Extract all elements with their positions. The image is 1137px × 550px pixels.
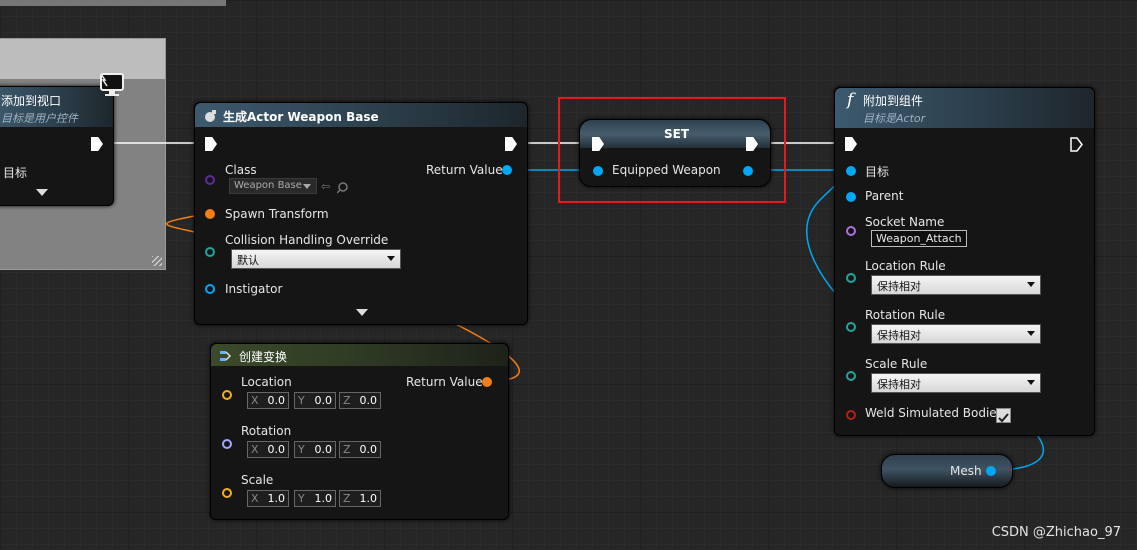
checkmark-icon — [998, 413, 1009, 423]
spawn-transform-pin[interactable] — [205, 209, 215, 219]
exec-out-pin[interactable] — [91, 137, 103, 151]
location-pin[interactable] — [222, 390, 232, 400]
class-dropdown-value: Weapon Base — [234, 180, 302, 191]
weld-label: Weld Simulated Bodies — [865, 406, 1003, 420]
instigator-pin[interactable] — [205, 284, 215, 294]
location-z-input[interactable]: Z 0.0 — [339, 392, 381, 409]
class-dropdown[interactable]: Weapon Base — [229, 178, 317, 194]
collision-pin[interactable] — [205, 247, 215, 257]
scale-rule-dropdown[interactable]: 保持相对 — [871, 373, 1041, 393]
rotation-rule-dropdown[interactable]: 保持相对 — [871, 324, 1041, 344]
return-value-label: Return Value — [406, 375, 483, 389]
rotation-rule-label: Rotation Rule — [865, 308, 946, 322]
chevron-down-icon — [387, 256, 395, 261]
scale-rule-pin[interactable] — [846, 371, 856, 381]
spawn-transform-label: Spawn Transform — [225, 207, 329, 221]
return-value-label: Return Value — [426, 163, 503, 177]
location-x-input[interactable]: X 0.0 — [247, 392, 289, 409]
chevron-down-icon — [1027, 380, 1035, 385]
dropdown-value: 保持相对 — [877, 280, 921, 293]
target-label: 目标 — [865, 165, 890, 179]
weld-checkbox[interactable] — [996, 408, 1011, 423]
rotation-x-input[interactable]: X 0.0 — [247, 441, 289, 458]
return-value-pin[interactable] — [482, 377, 492, 387]
rotation-rule-pin[interactable] — [846, 322, 856, 332]
collision-dropdown[interactable]: 默认 — [231, 249, 401, 269]
rotation-label: Rotation — [241, 424, 292, 438]
location-rule-label: Location Rule — [865, 259, 946, 273]
socket-name-input[interactable]: Weapon_Attach — [871, 230, 967, 247]
rotation-pin[interactable] — [222, 439, 232, 449]
red-highlight-box — [558, 97, 786, 203]
mesh-out-pin[interactable] — [986, 466, 996, 476]
chevron-down-icon — [303, 184, 311, 189]
rotation-y-input[interactable]: Y 0.0 — [294, 441, 336, 458]
exec-out-hollow-icon — [1070, 137, 1083, 152]
node-title: 生成Actor Weapon Base — [223, 110, 379, 124]
class-pin-label: Class — [225, 163, 257, 177]
watermark: CSDN @Zhichao_97 — [991, 525, 1121, 540]
expand-arrow[interactable] — [356, 309, 368, 316]
parent-pin[interactable] — [846, 192, 856, 202]
attach-to-component-node[interactable]: f 附加到组件 目标是Actor 目标 Parent Socket Name W… — [834, 87, 1095, 436]
scale-x-input[interactable]: X 1.0 — [247, 490, 289, 507]
weld-pin[interactable] — [846, 410, 856, 420]
socket-label: Socket Name — [865, 215, 945, 229]
mesh-label: Mesh — [950, 464, 982, 478]
socket-pin[interactable] — [846, 226, 856, 236]
location-y-input[interactable]: Y 0.0 — [294, 392, 336, 409]
chevron-down-icon — [1027, 331, 1035, 336]
location-label: Location — [241, 375, 292, 389]
node-subtitle: 目标是用户控件 — [1, 112, 78, 125]
node-title: 添加到视口 — [1, 94, 62, 108]
add-to-viewport-node[interactable]: 添加到视口 目标是用户控件 目标 — [0, 86, 114, 206]
expand-arrow[interactable] — [36, 189, 48, 196]
node-title: 附加到组件 — [863, 94, 924, 108]
dropdown-value: 保持相对 — [877, 329, 921, 342]
collision-dropdown-value: 默认 — [237, 254, 259, 267]
make-struct-icon — [219, 348, 233, 362]
spawn-icon — [203, 108, 217, 122]
scale-label: Scale — [241, 473, 274, 487]
target-pin[interactable] — [846, 166, 856, 176]
chevron-down-icon — [1027, 282, 1035, 287]
use-selected-arrow-icon[interactable]: ⇦ — [321, 180, 330, 193]
rotation-z-input[interactable]: Z 0.0 — [339, 441, 381, 458]
parent-label: Parent — [865, 189, 904, 203]
return-value-pin[interactable] — [502, 165, 512, 175]
node-subtitle: 目标是Actor — [863, 112, 926, 125]
exec-in-pin[interactable] — [205, 137, 217, 151]
class-pin[interactable] — [205, 175, 215, 185]
scale-y-input[interactable]: Y 1.0 — [294, 490, 336, 507]
monitor-icon — [98, 72, 126, 98]
make-transform-node[interactable]: 创建变换 Location Return Value X 0.0 Y 0.0 Z 0.… — [210, 343, 509, 520]
exec-in-pin[interactable] — [845, 137, 857, 151]
function-icon: f — [847, 90, 854, 110]
collision-label: Collision Handling Override — [225, 233, 389, 247]
mesh-variable-node[interactable]: Mesh — [881, 454, 1013, 488]
dropdown-value: 保持相对 — [877, 378, 921, 391]
scale-pin[interactable] — [222, 488, 232, 498]
location-rule-pin[interactable] — [846, 273, 856, 283]
location-rule-dropdown[interactable]: 保持相对 — [871, 275, 1041, 295]
browse-search-icon[interactable] — [336, 179, 349, 194]
exec-out-pin[interactable] — [505, 137, 517, 151]
scale-rule-label: Scale Rule — [865, 357, 928, 371]
spawn-actor-node[interactable]: 生成Actor Weapon Base Class Weapon Base ⇦ … — [194, 102, 528, 325]
scale-z-input[interactable]: Z 1.0 — [339, 490, 381, 507]
target-pin-label: 目标 — [3, 166, 28, 180]
node-title: 创建变换 — [239, 350, 288, 364]
instigator-label: Instigator — [225, 282, 283, 296]
